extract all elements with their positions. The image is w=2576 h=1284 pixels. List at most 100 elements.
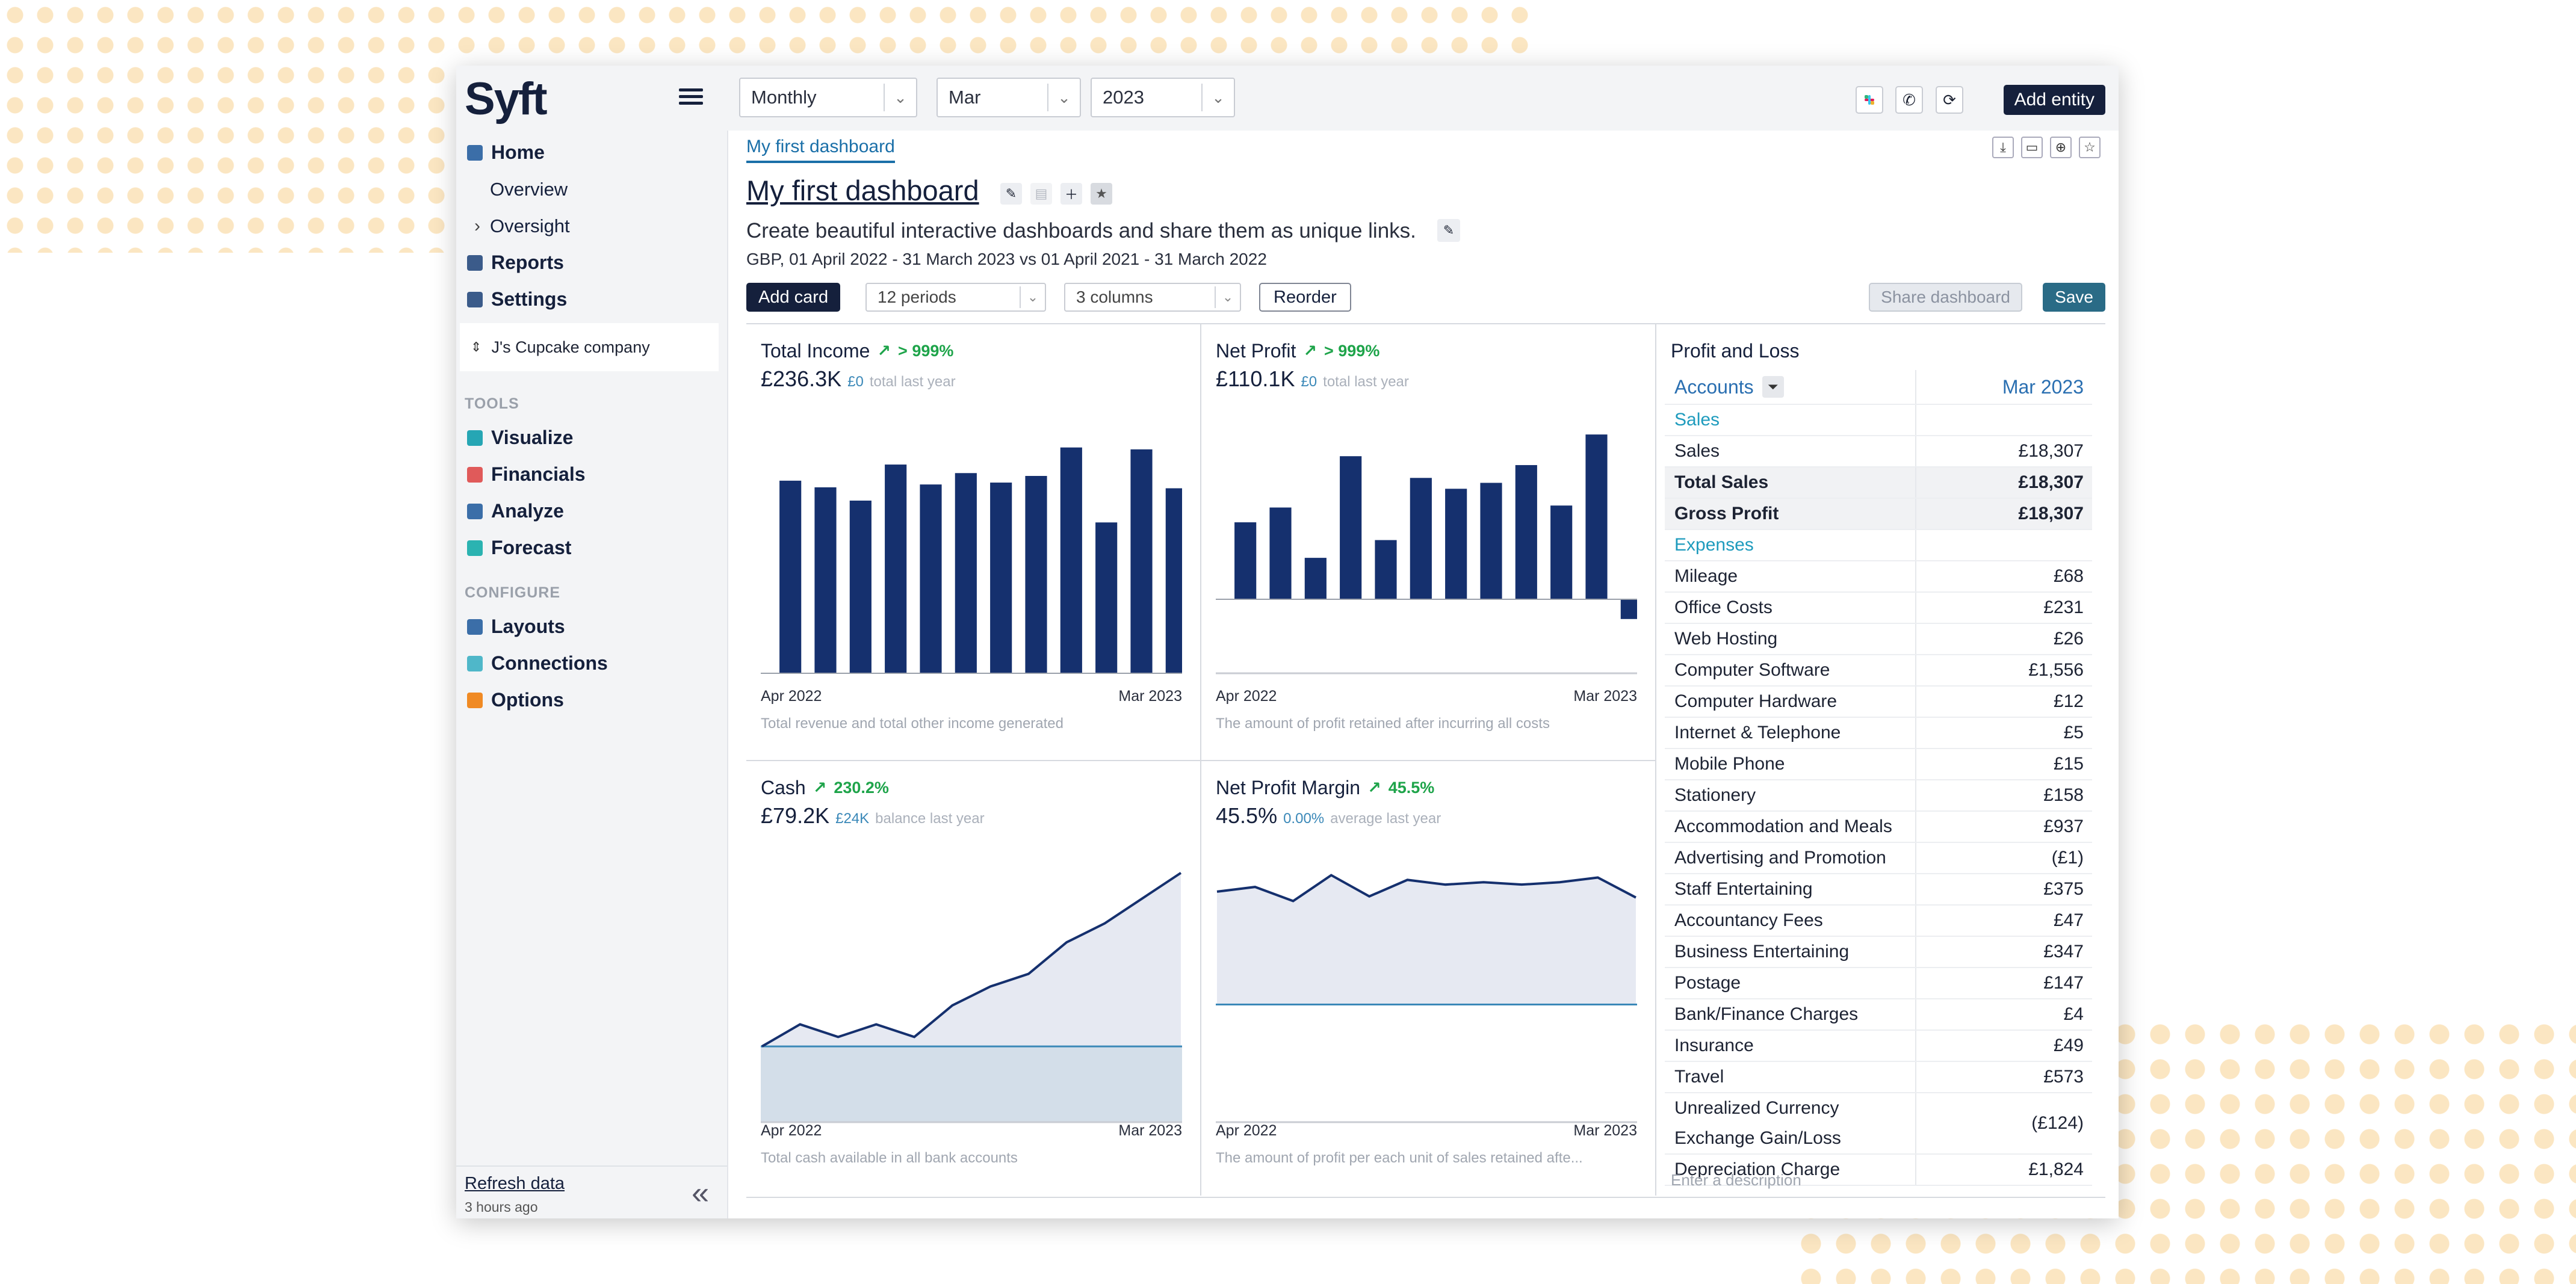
- pl-row-stationery[interactable]: Stationery £158: [1665, 780, 2092, 812]
- pl-table: Accounts ⏷ Mar 2023 Sales Sales £18,307 Tot…: [1665, 370, 2092, 1186]
- pl-account-name: Staff Entertaining: [1665, 874, 1916, 904]
- add-icon[interactable]: ＋: [1060, 183, 1082, 205]
- star-icon[interactable]: ☆: [2079, 137, 2101, 158]
- slack-icon[interactable]: [1856, 86, 1883, 114]
- sidebar-item-analyze[interactable]: Analyze: [456, 493, 727, 529]
- reorder-button[interactable]: Reorder: [1259, 283, 1351, 312]
- sidebar-item-layouts[interactable]: Layouts: [456, 608, 727, 645]
- pl-account-name: Accommodation and Meals: [1665, 812, 1916, 842]
- pl-account-value: £158: [2043, 785, 2084, 805]
- layouts-icon: [467, 619, 483, 635]
- kpi-change: > 999%: [1324, 342, 1380, 360]
- save-button[interactable]: Save: [2043, 283, 2105, 312]
- refresh-data-link[interactable]: Refresh data: [465, 1174, 565, 1194]
- card-net-profit[interactable]: Net Profit ↗ > 999% £110.1K £0 total las…: [1201, 324, 1656, 761]
- pl-account-value: £12: [2053, 691, 2084, 711]
- description-input[interactable]: Enter a description: [1671, 1171, 1801, 1190]
- card-total-income[interactable]: Total Income ↗ > 999% £236.3K £0 total l…: [746, 324, 1201, 761]
- pl-row-computer-hardware[interactable]: Computer Hardware £12: [1665, 687, 2092, 718]
- period-type-select[interactable]: Monthly ⌄: [739, 78, 917, 117]
- phone-icon[interactable]: ✆: [1895, 86, 1923, 114]
- accounts-column-header[interactable]: Accounts ⏷: [1665, 370, 1916, 404]
- bar-nov-2022: [1025, 476, 1047, 673]
- pl-row-insurance[interactable]: Insurance £49: [1665, 1031, 2092, 1062]
- sidebar-item-settings[interactable]: Settings: [456, 281, 727, 318]
- pl-section-row[interactable]: Sales: [1665, 405, 2092, 436]
- card-value: £110.1K: [1216, 366, 1295, 391]
- pl-row-mileage[interactable]: Mileage £68: [1665, 561, 2092, 593]
- pl-row-staff-entertaining[interactable]: Staff Entertaining £375: [1665, 874, 2092, 906]
- sidebar-item-forecast[interactable]: Forecast: [456, 529, 727, 566]
- bar-may-2022: [814, 487, 837, 673]
- total-income-bar-chart: [761, 447, 1182, 674]
- pl-account-value: £49: [2053, 1036, 2084, 1055]
- pl-row-office-costs[interactable]: Office Costs £231: [1665, 593, 2092, 624]
- chevron-down-icon: ⌄: [1215, 286, 1240, 308]
- chevron-down-icon: ⌄: [1201, 84, 1234, 111]
- pl-row-mobile-phone[interactable]: Mobile Phone £15: [1665, 749, 2092, 780]
- pl-row-travel[interactable]: Travel £573: [1665, 1062, 2092, 1093]
- pl-section-row[interactable]: Expenses: [1665, 530, 2092, 561]
- year-select[interactable]: 2023 ⌄: [1091, 78, 1235, 117]
- pl-account-value: (£1): [2051, 848, 2084, 868]
- filter-icon[interactable]: ⏷: [1762, 376, 1784, 398]
- sidebar-item-reports[interactable]: Reports: [456, 244, 727, 281]
- edit-description-icon[interactable]: ✎: [1437, 219, 1460, 242]
- x-axis-start: Apr 2022: [1216, 688, 1277, 705]
- chevron-down-icon: ⌄: [1047, 84, 1080, 111]
- pl-row-postage[interactable]: Postage £147: [1665, 968, 2092, 999]
- pl-row-bank-finance-charges[interactable]: Bank/Finance Charges £4: [1665, 999, 2092, 1031]
- pl-row-accommodation-and-meals[interactable]: Accommodation and Meals £937: [1665, 812, 2092, 843]
- forecast-icon: [467, 540, 483, 556]
- pl-account-value: £68: [2053, 566, 2084, 586]
- card-cash[interactable]: Cash ↗ 230.2% £79.2K £24K balance last y…: [746, 761, 1201, 1196]
- sidebar-item-oversight[interactable]: › Oversight: [456, 208, 727, 244]
- chevron-down-icon: ⌄: [884, 84, 916, 111]
- duplicate-icon[interactable]: ▤: [1030, 183, 1052, 205]
- kpi-change: 45.5%: [1388, 779, 1435, 797]
- card-value-row: £236.3K £0 total last year: [761, 366, 956, 392]
- pl-row-computer-software[interactable]: Computer Software £1,556: [1665, 655, 2092, 687]
- syft-logo[interactable]: Syft: [465, 72, 548, 126]
- sidebar-item-overview[interactable]: Overview: [456, 171, 727, 208]
- share-link-icon[interactable]: ⊕: [2050, 137, 2072, 158]
- sidebar-item-connections[interactable]: Connections: [456, 645, 727, 682]
- add-entity-button[interactable]: Add entity: [2003, 85, 2105, 115]
- download-icon[interactable]: ⤓: [1992, 137, 2014, 158]
- edit-icon[interactable]: ✎: [1000, 183, 1022, 205]
- pl-row-gross-profit[interactable]: Gross Profit £18,307: [1665, 499, 2092, 530]
- hamburger-menu-icon[interactable]: [678, 84, 704, 110]
- pl-account-name: Unrealized Currency Exchange Gain/Loss: [1665, 1093, 1916, 1153]
- add-card-button[interactable]: Add card: [746, 283, 841, 312]
- pl-row-unrealized-currency-exchange-gain-loss[interactable]: Unrealized Currency Exchange Gain/Loss (£…: [1665, 1093, 2092, 1155]
- pl-row-sales[interactable]: Sales £18,307: [1665, 436, 2092, 468]
- card-profit-and-loss[interactable]: Profit and Loss Accounts ⏷ Mar 2023 Sale…: [1656, 324, 2105, 1196]
- collapse-sidebar-icon[interactable]: «: [692, 1178, 709, 1209]
- pl-row-accountancy-fees[interactable]: Accountancy Fees £47: [1665, 906, 2092, 937]
- share-dashboard-button[interactable]: Share dashboard: [1869, 283, 2022, 312]
- tab-my-first-dashboard[interactable]: My first dashboard: [746, 137, 895, 163]
- bar-jun-2022: [849, 501, 872, 673]
- sidebar-item-label: Visualize: [491, 427, 574, 448]
- sidebar-item-label: Layouts: [491, 616, 565, 637]
- sidebar-item-financials[interactable]: Financials: [456, 456, 727, 493]
- periods-select[interactable]: 12 periods ⌄: [865, 283, 1046, 312]
- pl-row-internet-telephone[interactable]: Internet & Telephone £5: [1665, 718, 2092, 749]
- columns-select[interactable]: 3 columns ⌄: [1064, 283, 1241, 312]
- chevron-down-icon: ⌄: [1020, 286, 1045, 308]
- sidebar-item-home[interactable]: Home: [456, 134, 727, 171]
- refresh-icon[interactable]: ⟳: [1936, 86, 1963, 114]
- pl-row-advertising-and-promotion[interactable]: Advertising and Promotion (£1): [1665, 843, 2092, 874]
- pl-row-web-hosting[interactable]: Web Hosting £26: [1665, 624, 2092, 655]
- card-net-profit-margin[interactable]: Net Profit Margin ↗ 45.5% 45.5% 0.00% av…: [1201, 761, 1656, 1196]
- sidebar-item-visualize[interactable]: Visualize: [456, 419, 727, 456]
- month-select[interactable]: Mar ⌄: [937, 78, 1081, 117]
- company-switcher[interactable]: ⇕ J's Cupcake company: [460, 323, 719, 371]
- present-icon[interactable]: ▭: [2021, 137, 2043, 158]
- month-value: Mar: [949, 87, 981, 108]
- favorite-icon[interactable]: ★: [1091, 183, 1112, 205]
- pl-row-total-sales[interactable]: Total Sales £18,307: [1665, 468, 2092, 499]
- pl-row-business-entertaining[interactable]: Business Entertaining £347: [1665, 937, 2092, 968]
- sidebar-item-options[interactable]: Options: [456, 682, 727, 718]
- card-title: Net Profit: [1216, 340, 1296, 362]
